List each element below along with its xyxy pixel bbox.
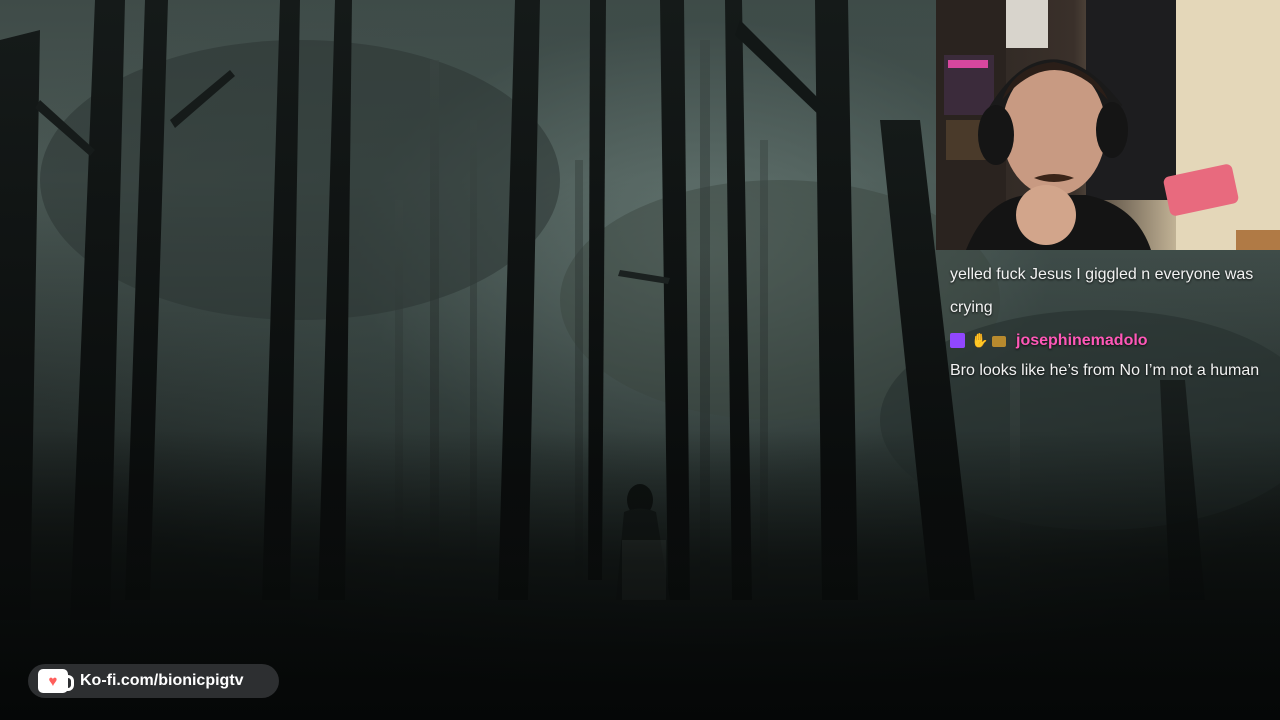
hand-badge-icon: ✋ <box>971 331 989 348</box>
kofi-cup-icon: ♥ <box>38 669 74 693</box>
chat-message-text: Bro looks like he’s from No I’m not a hu… <box>950 362 1260 379</box>
webcam-feed <box>936 0 1280 250</box>
chat-username[interactable]: josephinemadolo <box>1016 324 1148 357</box>
chat-message: yelled fuck Jesus I giggled n everyone w… <box>950 258 1270 324</box>
webcam-person <box>936 0 1280 250</box>
sub-badge-icon <box>950 332 965 348</box>
chat-message-text: yelled fuck Jesus I giggled n everyone w… <box>950 266 1254 316</box>
kofi-label: Ko-fi.com/bionicpigtv <box>80 672 244 689</box>
kofi-link[interactable]: ♥ Ko-fi.com/bionicpigtv <box>28 664 279 698</box>
stream-overlay: yelled fuck Jesus I giggled n everyone w… <box>0 0 1280 720</box>
heart-icon: ♥ <box>48 672 58 690</box>
gift-badge-icon <box>992 336 1006 347</box>
chat-message: Bro looks like he’s from No I’m not a hu… <box>950 354 1270 387</box>
chat-panel: yelled fuck Jesus I giggled n everyone w… <box>950 258 1270 387</box>
chat-message-header: ✋ josephinemadolo <box>950 326 1270 354</box>
